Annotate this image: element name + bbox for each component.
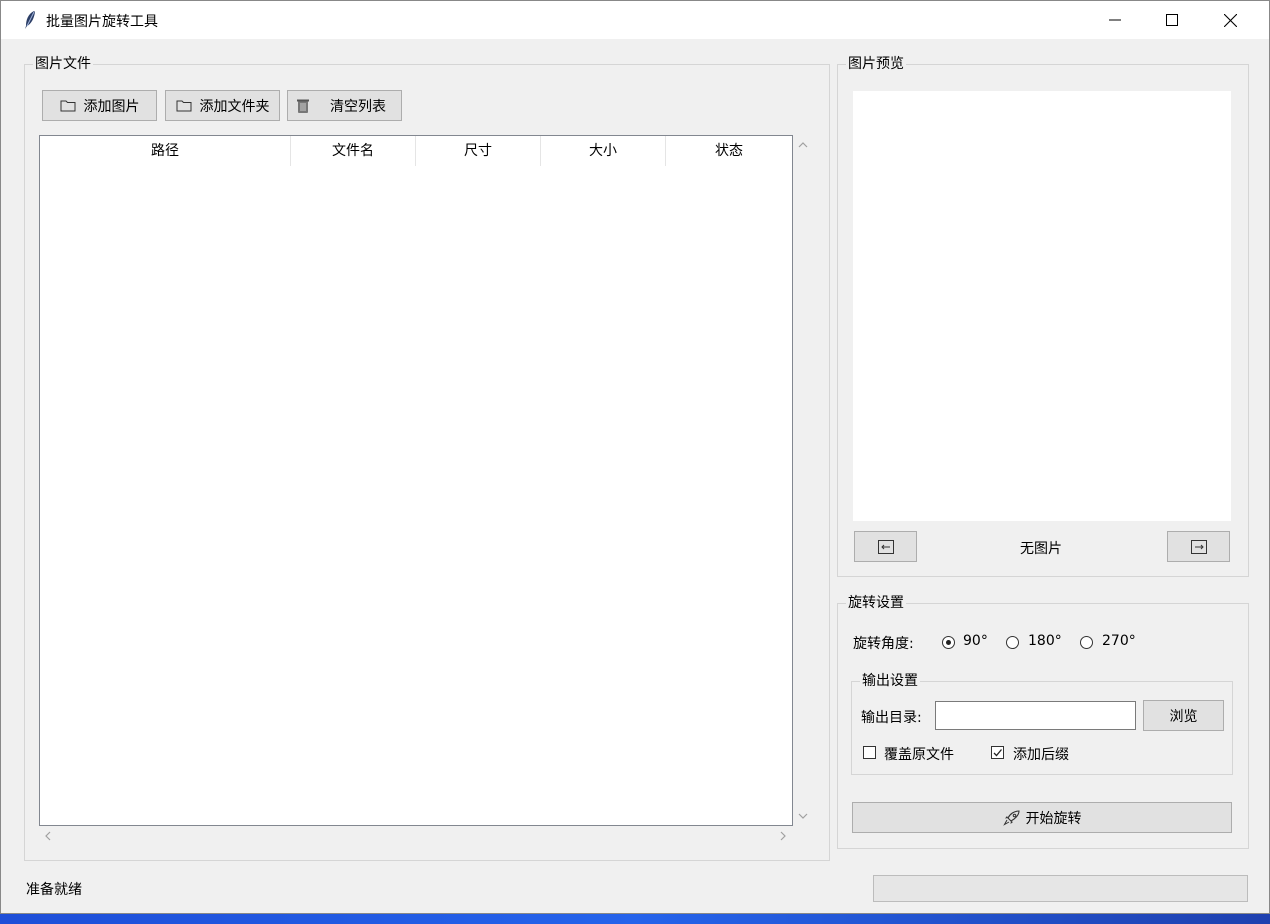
overwrite-checkbox[interactable]: [863, 746, 876, 759]
arrow-left-icon: [877, 539, 894, 554]
file-list-table[interactable]: 路径 文件名 尺寸 大小 状态: [39, 135, 793, 826]
folder-icon: [60, 100, 75, 112]
add-folder-button[interactable]: 添加文件夹: [165, 90, 280, 121]
add-images-label: 添加图片: [83, 98, 140, 115]
minimize-icon: [1109, 19, 1121, 21]
close-button[interactable]: [1201, 1, 1259, 39]
add-folder-label: 添加文件夹: [199, 98, 270, 115]
suffix-checkbox[interactable]: [991, 746, 1004, 759]
maximize-icon: [1166, 14, 1178, 26]
output-dir-label: 输出目录:: [861, 710, 922, 726]
title-bar: 批量图片旋转工具: [1, 1, 1269, 39]
add-images-button[interactable]: 添加图片: [42, 90, 157, 121]
trash-icon: [297, 99, 309, 113]
column-header-status[interactable]: 状态: [666, 136, 792, 166]
browse-label: 浏览: [1169, 708, 1198, 725]
window-title: 批量图片旋转工具: [46, 14, 158, 30]
output-group-title: 输出设置: [860, 672, 920, 690]
arrow-right-icon: [1190, 539, 1207, 554]
angle-90-label[interactable]: 90°: [963, 633, 988, 649]
scroll-right-icon[interactable]: [779, 831, 787, 841]
angle-270-label[interactable]: 270°: [1102, 633, 1136, 649]
files-group-title: 图片文件: [33, 55, 93, 73]
close-icon: [1223, 13, 1237, 27]
browse-button[interactable]: 浏览: [1143, 700, 1224, 731]
suffix-label[interactable]: 添加后缀: [1013, 744, 1069, 764]
minimize-button[interactable]: [1086, 1, 1144, 39]
preview-canvas: [853, 91, 1231, 521]
checkmark-icon: [993, 749, 1002, 757]
rotation-group-title: 旋转设置: [846, 594, 906, 612]
angle-180-radio[interactable]: [1006, 636, 1019, 649]
preview-group-title: 图片预览: [846, 55, 906, 73]
start-rotate-button[interactable]: 开始旋转: [852, 802, 1232, 833]
column-header-filename[interactable]: 文件名: [291, 136, 416, 166]
angle-270-radio[interactable]: [1080, 636, 1093, 649]
angle-180-label[interactable]: 180°: [1028, 633, 1062, 649]
scroll-down-icon[interactable]: [798, 812, 808, 820]
desktop-taskbar-strip: [0, 914, 1270, 924]
column-header-dimensions[interactable]: 尺寸: [416, 136, 541, 166]
status-text: 准备就绪: [26, 882, 82, 898]
clear-list-button[interactable]: 清空列表: [287, 90, 402, 121]
column-header-path[interactable]: 路径: [40, 136, 291, 166]
column-header-size[interactable]: 大小: [541, 136, 666, 166]
scroll-up-icon[interactable]: [798, 141, 808, 149]
previous-image-button[interactable]: [854, 531, 917, 562]
progress-bar: [873, 875, 1248, 902]
next-image-button[interactable]: [1167, 531, 1230, 562]
preview-caption: 无图片: [1020, 541, 1062, 557]
clear-list-label: 清空列表: [330, 98, 386, 115]
angle-90-radio[interactable]: [942, 636, 955, 649]
scroll-left-icon[interactable]: [44, 831, 52, 841]
app-window: 批量图片旋转工具 图片文件 添加图片 添加文件夹 清空列表 路径 文件名 尺寸: [0, 0, 1270, 914]
overwrite-label[interactable]: 覆盖原文件: [884, 744, 954, 764]
maximize-button[interactable]: [1143, 1, 1201, 39]
folder-icon: [176, 100, 191, 112]
angle-label: 旋转角度:: [853, 636, 914, 652]
feather-icon: [25, 11, 35, 29]
output-dir-input[interactable]: [935, 701, 1136, 730]
start-rotate-label: 开始旋转: [1025, 810, 1082, 827]
rocket-icon: [1002, 809, 1020, 826]
